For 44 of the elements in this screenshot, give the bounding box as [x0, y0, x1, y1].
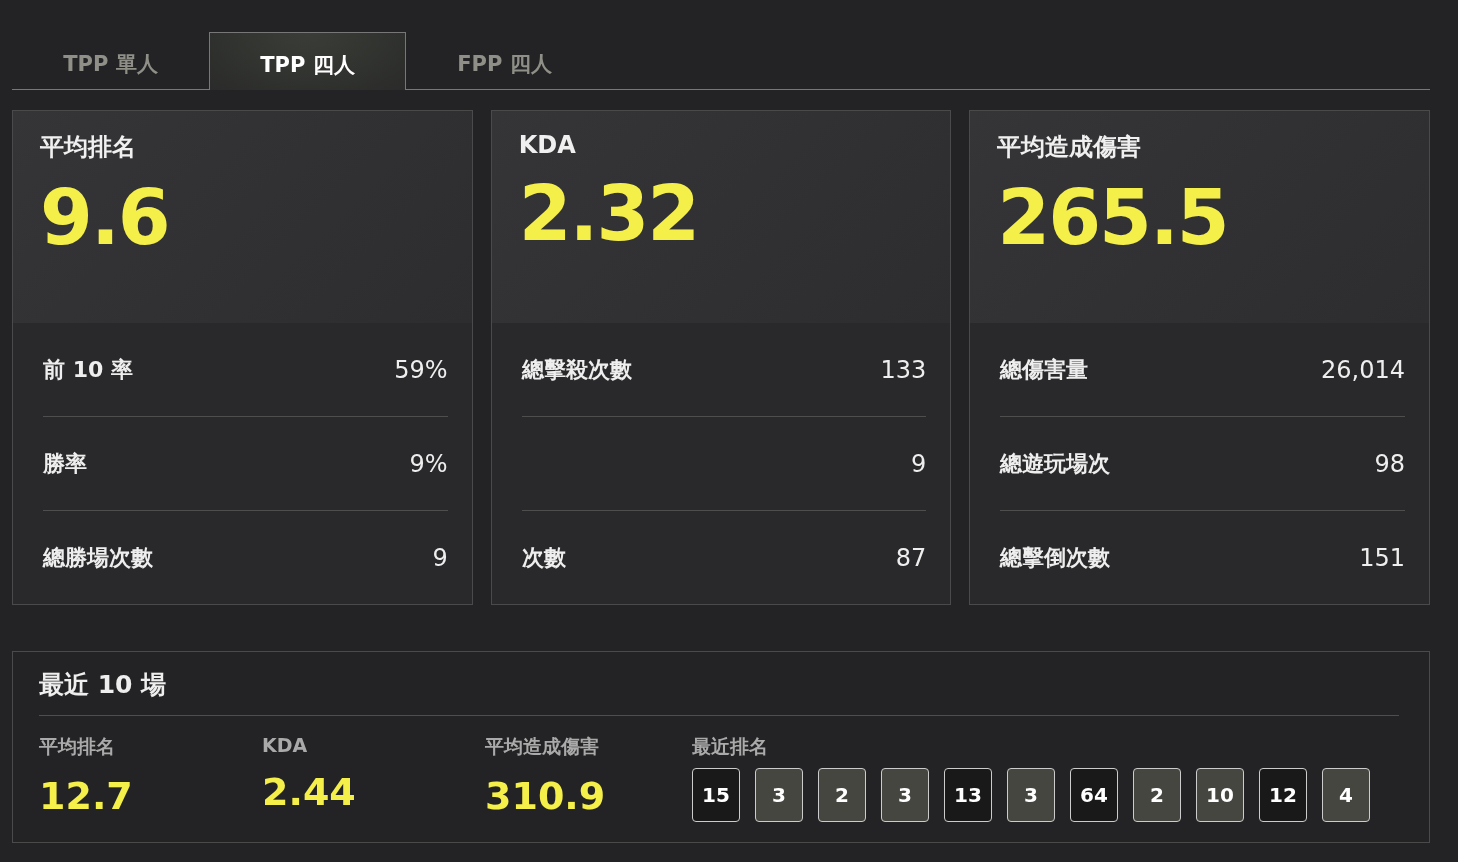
- rank-badge: 10: [1196, 768, 1244, 822]
- stat-label: 總傷害量: [1000, 355, 1089, 384]
- stat-label: 最近排名: [692, 734, 769, 759]
- stat-label: 總擊倒次數: [1000, 543, 1111, 572]
- stat-number: 133: [880, 355, 927, 384]
- card-title: KDA: [518, 131, 577, 159]
- stat-label: 次數: [521, 543, 566, 572]
- stat-number: 87: [895, 543, 927, 572]
- stat-number: 59%: [394, 355, 448, 384]
- stat-label: 勝率: [43, 449, 87, 478]
- rank-badge: 3: [755, 768, 803, 822]
- rank-badge: 4: [1322, 768, 1370, 822]
- stat-number: 26,014: [1321, 355, 1405, 384]
- rank-badge: 15: [692, 768, 740, 822]
- rank-badge: 3: [881, 768, 929, 822]
- stat-label: 平均造成傷害: [485, 734, 600, 759]
- card-title: 平均排名: [40, 132, 137, 163]
- stat-value: 310.9: [485, 774, 607, 818]
- stat-number: 9: [911, 449, 927, 478]
- card-title: 平均造成傷害: [997, 132, 1143, 163]
- tab[interactable]: FPP 四人: [406, 32, 603, 90]
- stat-label: 前 10 率: [43, 355, 133, 384]
- rank-badge: 3: [1007, 768, 1055, 822]
- stat-label: 總遊玩場次: [1000, 449, 1111, 478]
- rank-badge: 2: [818, 768, 866, 822]
- stat-label: KDA: [262, 734, 309, 756]
- rank-badge: 12: [1259, 768, 1307, 822]
- stat-number: 98: [1374, 449, 1405, 478]
- section-title: 最近 10 場: [39, 668, 1399, 716]
- stat-number: 151: [1359, 543, 1405, 572]
- stat-label: 平均排名: [39, 734, 116, 759]
- stat-value: 2.32: [518, 169, 700, 258]
- stat-number: 9%: [409, 449, 448, 478]
- stat-label: 總擊殺次數: [521, 355, 632, 384]
- rank-badge: 2: [1133, 768, 1181, 822]
- stat-value: 2.44: [262, 770, 357, 814]
- stat-value: 9.6: [40, 173, 170, 262]
- tab[interactable]: TPP 四人: [209, 32, 406, 90]
- stat-number: 9: [432, 543, 448, 572]
- rank-badge: 13: [944, 768, 992, 822]
- stat-value: 12.7: [39, 774, 134, 818]
- rank-badge: 64: [1070, 768, 1118, 822]
- stat-value: 265.5: [997, 173, 1229, 262]
- stat-label: 總勝場次數: [43, 543, 153, 572]
